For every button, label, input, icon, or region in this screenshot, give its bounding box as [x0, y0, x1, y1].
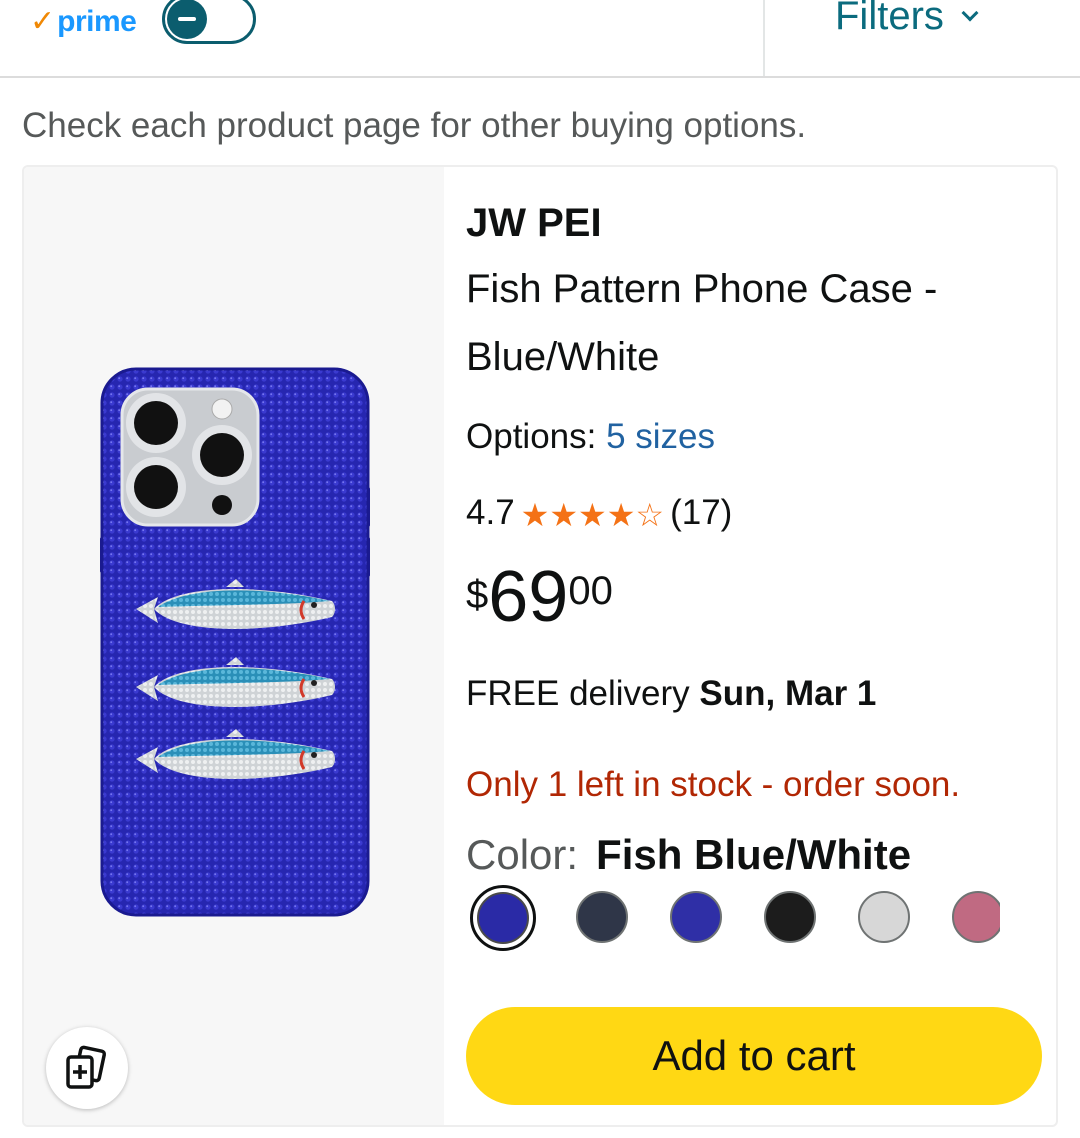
color-selection: Color: Fish Blue/White [466, 831, 911, 879]
product-options: Options: 5 sizes [466, 417, 715, 457]
product-brand: JW PEI [466, 201, 602, 245]
rating-value: 4.7 [466, 493, 515, 532]
product-image[interactable] [100, 367, 370, 917]
product-rating[interactable]: 4.7 ★ ★ ★ ★ ☆ (17) [466, 493, 732, 533]
star-full-icon: ★ [606, 497, 636, 533]
color-label: Color: [466, 831, 579, 878]
add-to-cart-button[interactable]: Add to cart [466, 1007, 1042, 1105]
add-to-list-icon [66, 1045, 107, 1089]
buying-options-notice: Check each product page for other buying… [22, 106, 807, 145]
delivery-prefix: FREE delivery [466, 674, 690, 713]
color-swatch[interactable] [470, 885, 536, 951]
rating-stars: ★ ★ ★ ★ ☆ [521, 499, 664, 531]
chevron-down-icon [961, 4, 979, 21]
price-symbol: $ [466, 573, 489, 617]
product-price: $ 69 00 [466, 561, 613, 633]
color-swatch[interactable] [952, 891, 1000, 943]
add-to-list-button[interactable] [46, 1027, 128, 1109]
star-half-icon: ☆ [635, 497, 665, 533]
prime-logo: ✓ prime [30, 2, 137, 42]
product-title[interactable]: Fish Pattern Phone Case - Blue/White [466, 255, 1026, 391]
delivery-info: FREE delivery Sun, Mar 1 [466, 674, 876, 714]
divider [763, 0, 765, 76]
product-card[interactable]: JW PEI Fish Pattern Phone Case - Blue/Wh… [22, 165, 1058, 1127]
color-swatches [470, 885, 1000, 955]
delivery-date: Sun, Mar 1 [699, 674, 877, 713]
star-full-icon: ★ [520, 497, 550, 533]
color-value: Fish Blue/White [596, 831, 912, 878]
prime-toggle[interactable] [162, 0, 256, 44]
stock-status: Only 1 left in stock - order soon. [466, 765, 961, 804]
toggle-minus-icon [167, 0, 207, 39]
color-swatch[interactable] [858, 891, 910, 943]
options-link[interactable]: 5 sizes [606, 417, 715, 456]
filters-label: Filters [835, 0, 944, 38]
product-image-panel[interactable] [24, 167, 444, 1125]
price-whole: 69 [488, 557, 569, 637]
rating-count: (17) [670, 493, 733, 532]
color-swatch[interactable] [670, 891, 722, 943]
filters-button[interactable]: Filters [835, 0, 979, 39]
prime-label: prime [57, 5, 137, 38]
star-full-icon: ★ [578, 497, 607, 533]
color-swatch[interactable] [576, 891, 628, 943]
top-filter-bar: ✓ prime Filters [0, 0, 1080, 78]
star-full-icon: ★ [549, 497, 579, 533]
price-fraction: 00 [568, 569, 613, 613]
color-swatch[interactable] [764, 891, 816, 943]
options-label: Options: [466, 417, 597, 456]
prime-check-icon: ✓ [30, 5, 56, 38]
